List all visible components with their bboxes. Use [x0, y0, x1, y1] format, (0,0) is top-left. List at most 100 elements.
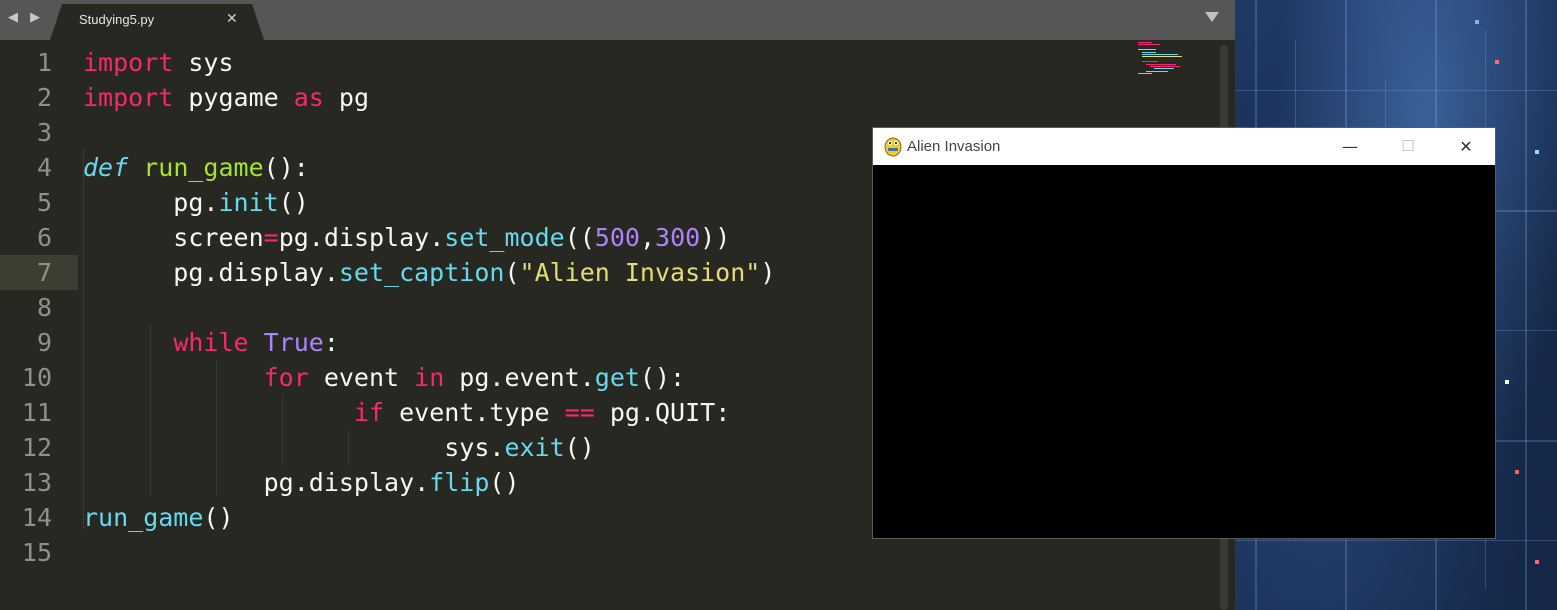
line-number: 5 [36, 188, 52, 217]
indent-guide [83, 150, 84, 530]
code-token: def [83, 153, 129, 182]
code-token: flip [429, 468, 490, 497]
code-token: ) [760, 258, 776, 287]
minimap[interactable] [1138, 40, 1198, 76]
minimap-line [1142, 61, 1158, 63]
line-number: 4 [36, 153, 52, 182]
code-token: pg.event. [444, 363, 595, 392]
wallpaper-light [1535, 560, 1539, 564]
wallpaper-light [1505, 380, 1509, 384]
code-token: event.type [384, 398, 565, 427]
code-line: import sys [83, 45, 234, 80]
code-token: set_caption [338, 258, 505, 287]
indent-guide [282, 395, 283, 465]
pygame-snake-icon [884, 137, 902, 157]
line-number: 14 [21, 503, 52, 532]
line-number: 7 [36, 258, 52, 287]
code-token: == [564, 398, 595, 427]
code-token: )) [700, 223, 731, 252]
chevron-down-icon[interactable] [1205, 12, 1219, 22]
minimap-line [1142, 56, 1182, 58]
code-token: import [83, 83, 174, 112]
wallpaper-light [1515, 470, 1519, 474]
line-number: 12 [21, 433, 52, 462]
code-token: (): [639, 363, 686, 392]
pygame-window[interactable]: Alien Invasion — ☐ ✕ [872, 127, 1496, 539]
close-window-button[interactable]: ✕ [1437, 128, 1495, 165]
code-token: (): [263, 153, 309, 182]
minimap-line [1142, 51, 1156, 53]
wallpaper-line [1235, 540, 1557, 541]
code-line: sys.exit() [83, 430, 595, 465]
game-canvas[interactable] [873, 165, 1495, 538]
wallpaper-light [1475, 20, 1479, 24]
code-token: get [594, 363, 640, 392]
code-token: () [489, 468, 520, 497]
code-token: pg.display. [83, 468, 430, 497]
code-token: if [353, 398, 385, 427]
code-line: while True: [83, 325, 339, 360]
code-token: 300 [655, 223, 701, 252]
code-token: pg.display. [278, 223, 445, 252]
minimap-line [1138, 49, 1156, 51]
code-token: pg. [83, 188, 219, 217]
minimap-line [1146, 70, 1168, 72]
code-line: run_game() [83, 500, 234, 535]
code-token: "Alien Invasion" [519, 258, 761, 287]
code-line: def run_game(): [83, 150, 309, 185]
code-token: set_mode [444, 223, 565, 252]
code-token: init [218, 188, 279, 217]
code-token: () [278, 188, 309, 217]
tab-navigation-arrows[interactable]: ◀ ▶ [8, 10, 44, 25]
code-token: as [293, 83, 324, 112]
indent-guide [216, 360, 217, 495]
code-token: = [263, 223, 279, 252]
wallpaper-light [1535, 150, 1539, 154]
line-number: 11 [21, 398, 52, 427]
code-token: : [323, 328, 339, 357]
code-token: pg.QUIT: [594, 398, 731, 427]
code-token: for [263, 363, 309, 392]
wallpaper-line [1235, 90, 1557, 91]
line-number: 9 [36, 328, 52, 357]
code-token: run_game [83, 503, 204, 532]
minimap-line [1138, 44, 1160, 46]
line-number: 1 [36, 48, 52, 77]
code-token: pygame [173, 83, 294, 112]
line-number: 13 [21, 468, 52, 497]
code-token: event [308, 363, 415, 392]
tab-bar: ◀ ▶ Studying5.py ✕ [0, 0, 1235, 40]
line-number: 2 [36, 83, 52, 112]
code-token: (( [564, 223, 595, 252]
code-token: sys [173, 48, 234, 77]
code-token: pg [323, 83, 369, 112]
minimap-line [1150, 66, 1180, 67]
code-token: pg.display. [83, 258, 339, 287]
line-number: 8 [36, 293, 52, 322]
line-number: 3 [36, 118, 52, 147]
code-line: pg.display.flip() [83, 465, 520, 500]
line-number: 15 [21, 538, 52, 567]
line-number: 10 [21, 363, 52, 392]
code-line: if event.type == pg.QUIT: [83, 395, 730, 430]
line-number-gutter: 1 2 3 4 5 6 7 8 9 10 11 12 13 14 15 [0, 40, 78, 610]
code-token: import [83, 48, 174, 77]
indent-guide [348, 430, 349, 465]
indent-guide [150, 325, 151, 495]
code-token: in [414, 363, 445, 392]
line-number: 6 [36, 223, 52, 252]
maximize-button[interactable]: ☐ [1379, 128, 1437, 165]
code-line: import pygame as pg [83, 80, 369, 115]
window-titlebar[interactable]: Alien Invasion — ☐ ✕ [873, 128, 1495, 165]
minimize-button[interactable]: — [1321, 128, 1379, 165]
code-token: run_game [143, 153, 264, 182]
wallpaper-line [1525, 0, 1527, 610]
minimap-line [1138, 42, 1152, 43]
close-tab-icon[interactable]: ✕ [226, 11, 238, 27]
code-token: exit [504, 433, 565, 462]
code-line: pg.display.set_caption("Alien Invasion") [83, 255, 775, 290]
